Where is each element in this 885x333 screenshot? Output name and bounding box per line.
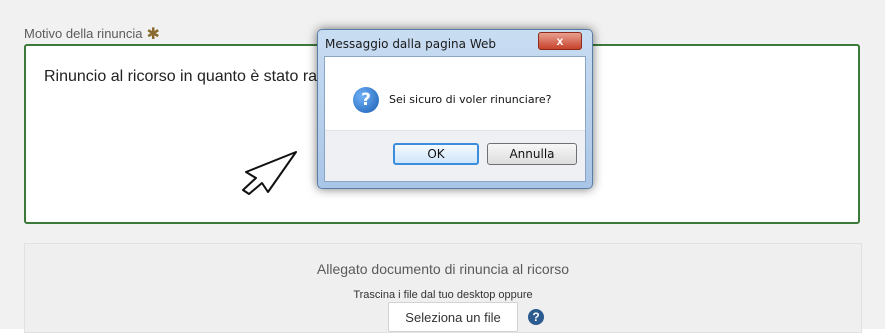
reason-field-label: Motivo della rinuncia ✱ bbox=[24, 24, 160, 44]
dialog-footer: OK Annulla bbox=[325, 130, 585, 181]
cancel-button[interactable]: Annulla bbox=[487, 143, 577, 165]
page-background: Motivo della rinuncia ✱ Rinuncio al ricor… bbox=[0, 0, 885, 333]
reason-label-text: Motivo della rinuncia bbox=[24, 26, 143, 41]
close-button[interactable]: x bbox=[538, 32, 582, 50]
reason-textarea-value: Rinuncio al ricorso in quanto è stato ra bbox=[44, 68, 318, 85]
dialog-message: Sei sicuro di voler rinunciare? bbox=[389, 93, 552, 106]
upload-title: Allegato documento di rinuncia al ricors… bbox=[316, 261, 570, 277]
asterisk-icon: ✱ bbox=[146, 26, 160, 43]
confirm-dialog: Messaggio dalla pagina Web x ? Sei sicur… bbox=[317, 29, 593, 189]
pointer-cursor-icon bbox=[242, 151, 297, 195]
help-icon[interactable]: ? bbox=[528, 309, 544, 325]
close-icon: x bbox=[556, 34, 564, 48]
select-file-button[interactable]: Seleziona un file bbox=[388, 302, 518, 332]
upload-hint: Trascina i file dal tuo desktop oppure bbox=[353, 289, 533, 301]
dialog-title: Messaggio dalla pagina Web bbox=[325, 37, 496, 51]
upload-panel[interactable]: Allegato documento di rinuncia al ricors… bbox=[24, 243, 862, 333]
ok-button[interactable]: OK bbox=[393, 143, 479, 165]
question-icon: ? bbox=[353, 87, 379, 113]
dialog-body: ? Sei sicuro di voler rinunciare? OK Ann… bbox=[324, 56, 586, 182]
